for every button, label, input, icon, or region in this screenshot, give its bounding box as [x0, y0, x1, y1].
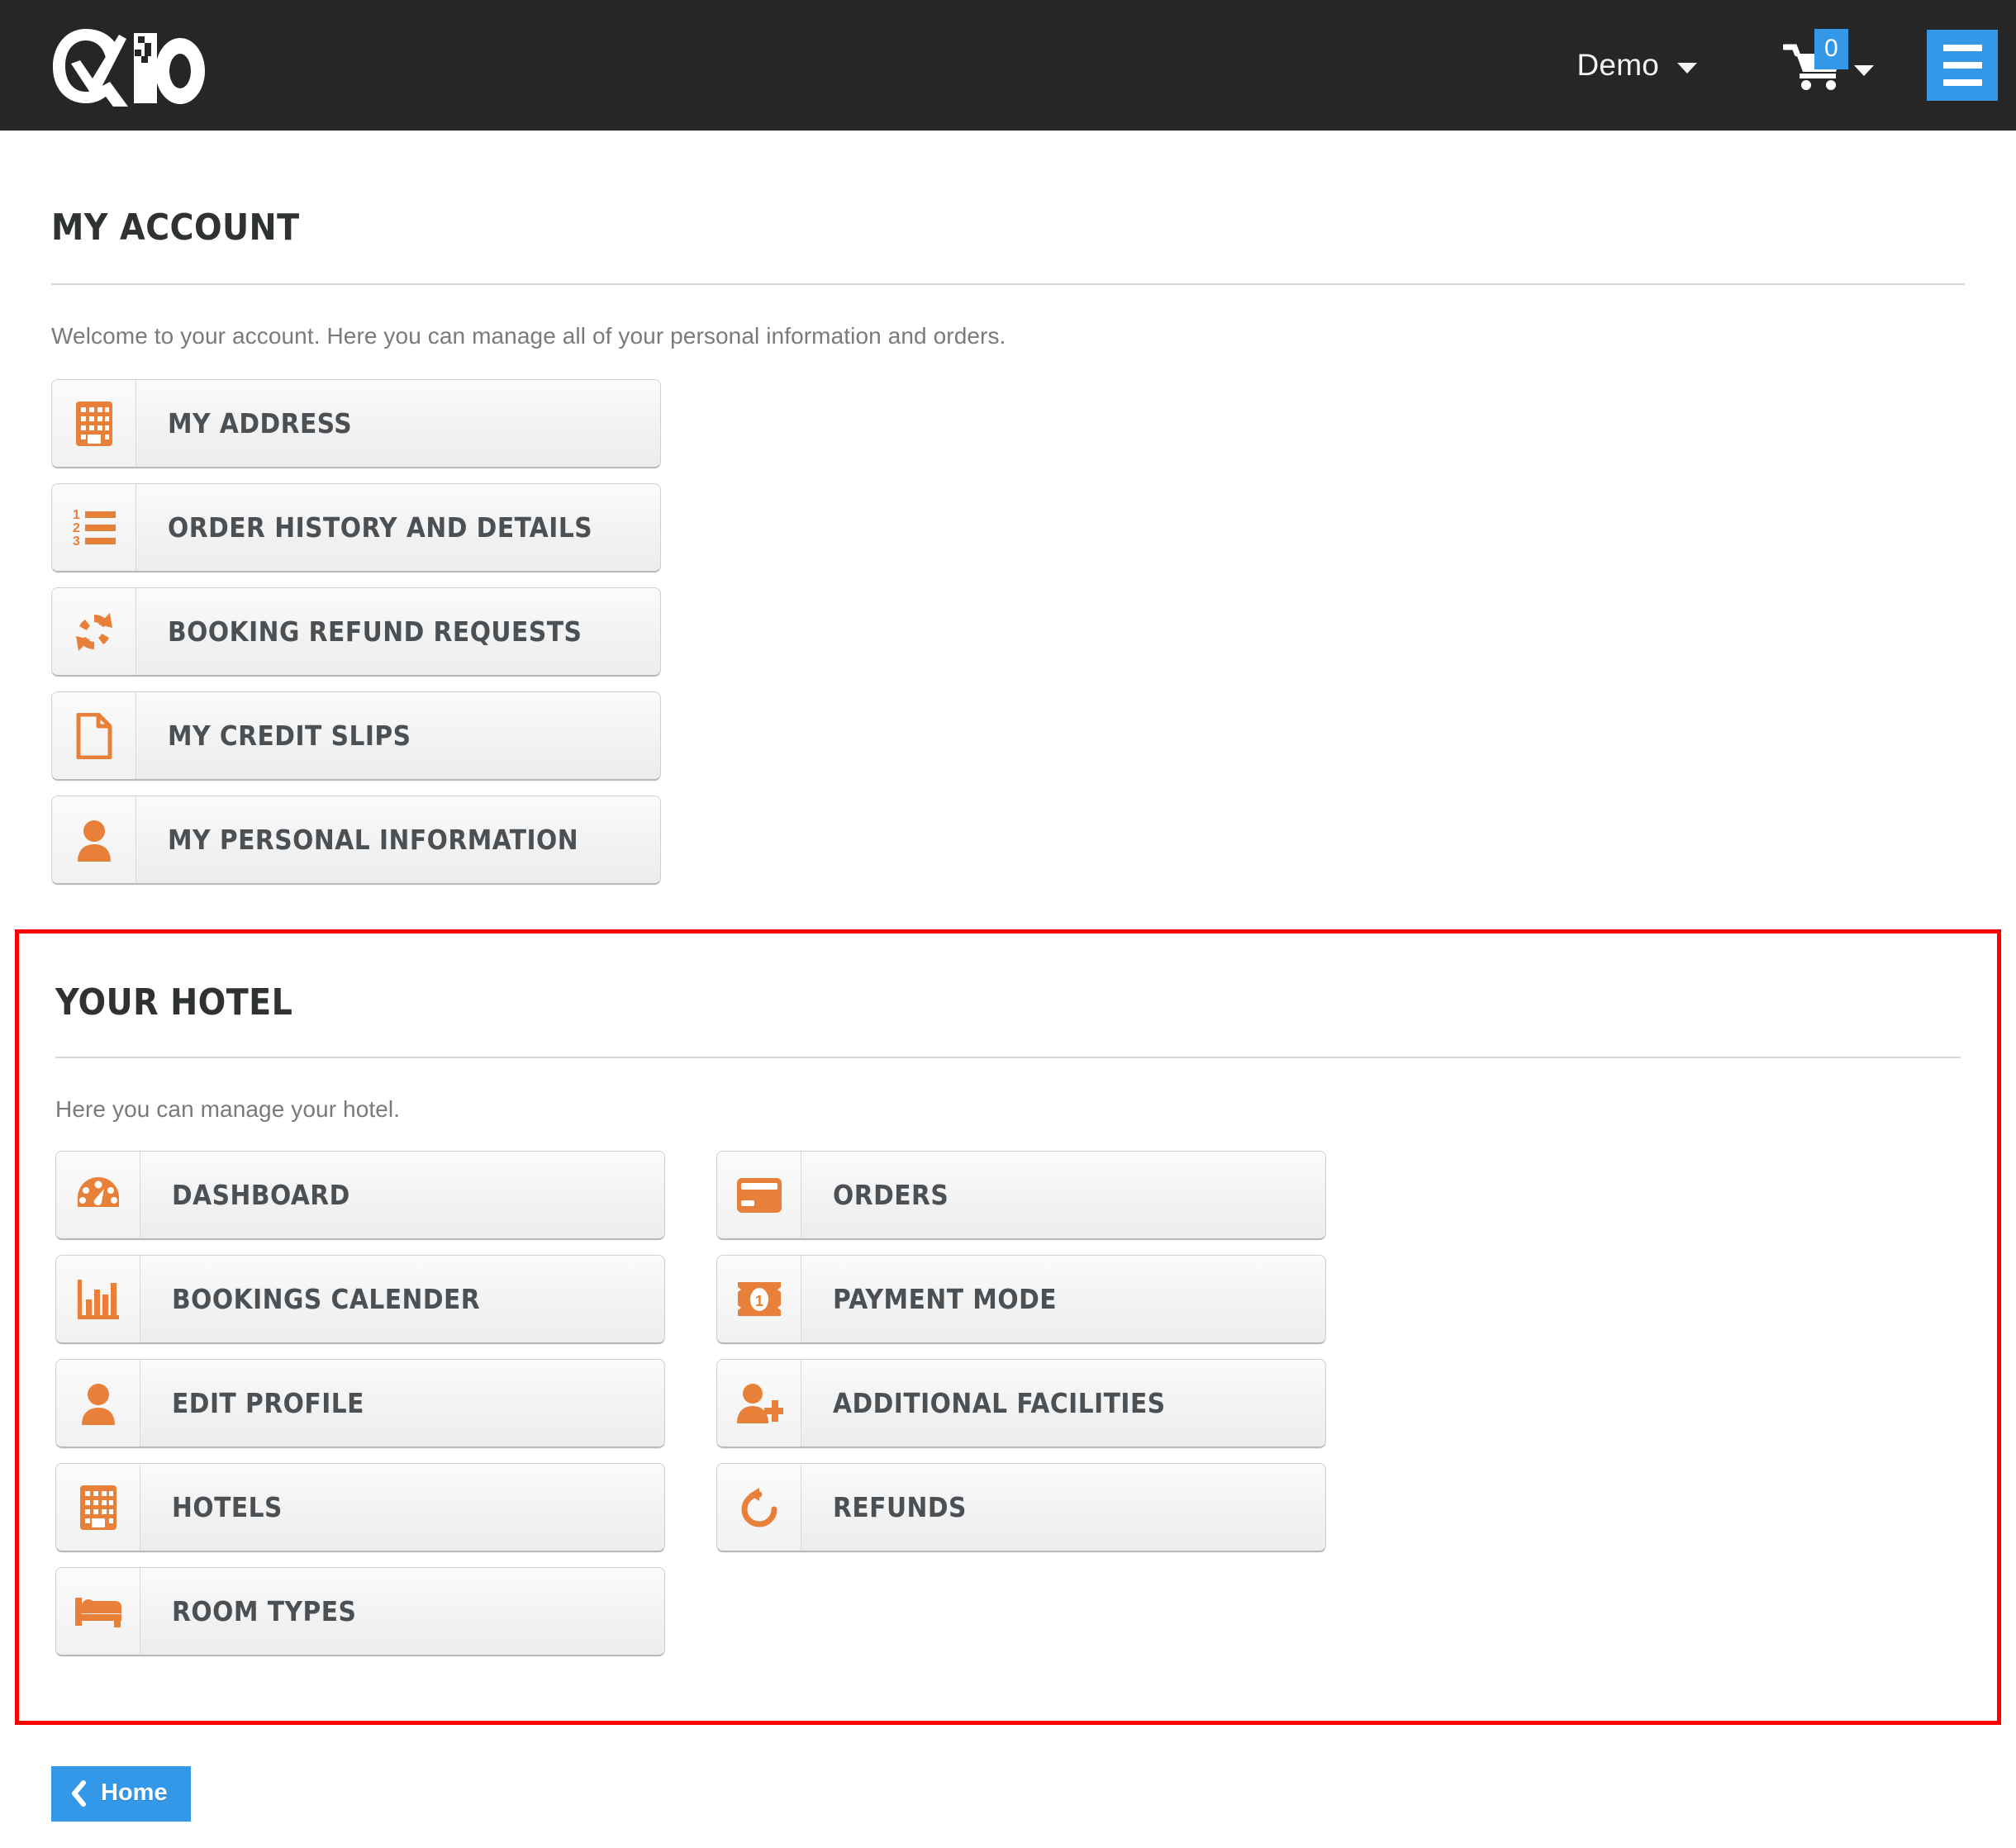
- tile-room-types[interactable]: ROOM TYPES: [55, 1567, 665, 1656]
- building-icon: [52, 380, 136, 467]
- tile-label: ORDER HISTORY AND DETAILS: [168, 511, 593, 544]
- tile-my-credit-slips[interactable]: MY CREDIT SLIPS: [51, 691, 661, 781]
- svg-text:3: 3: [73, 534, 80, 549]
- header-actions: Demo 0: [1569, 0, 2016, 131]
- chevron-down-icon: [1677, 62, 1697, 74]
- chevron-left-icon: [72, 1779, 86, 1807]
- tile-label: ORDERS: [833, 1179, 949, 1211]
- brand-logo[interactable]: [48, 24, 254, 107]
- tile-my-address[interactable]: MY ADDRESS: [51, 379, 661, 468]
- tile-additional-facilities[interactable]: ADDITIONAL FACILITIES: [716, 1359, 1326, 1448]
- bed-icon: [56, 1568, 140, 1655]
- user-plus-icon: [717, 1360, 801, 1447]
- user-icon: [56, 1360, 140, 1447]
- tile-label: MY ADDRESS: [168, 407, 353, 439]
- user-menu-label: Demo: [1576, 48, 1659, 82]
- file-icon: [52, 692, 136, 779]
- svg-text:1: 1: [73, 508, 80, 522]
- tile-payment-mode[interactable]: 1 PAYMENT MODE: [716, 1255, 1326, 1344]
- building-icon: [56, 1464, 140, 1551]
- menu-toggle-button[interactable]: [1927, 30, 1998, 101]
- credit-card-icon: [717, 1152, 801, 1238]
- my-account-section: MY ACCOUNT Welcome to your account. Here…: [0, 131, 2016, 900]
- tile-my-personal-information[interactable]: MY PERSONAL INFORMATION: [51, 796, 661, 885]
- tile-label: MY CREDIT SLIPS: [168, 720, 411, 752]
- tile-refunds[interactable]: REFUNDS: [716, 1463, 1326, 1552]
- hamburger-bar: [1942, 79, 1982, 86]
- chevron-down-icon: [1854, 64, 1874, 76]
- user-menu[interactable]: Demo: [1569, 38, 1706, 93]
- account-intro-text: Welcome to your account. Here you can ma…: [51, 323, 1006, 349]
- svg-text:2: 2: [73, 521, 80, 535]
- tile-hotels[interactable]: HOTELS: [55, 1463, 665, 1552]
- cart-count-badge: 0: [1814, 29, 1848, 69]
- tile-label: BOOKING REFUND REQUESTS: [168, 615, 582, 648]
- tile-booking-refund-requests[interactable]: BOOKING REFUND REQUESTS: [51, 587, 661, 677]
- site-header: Demo 0: [0, 0, 2016, 131]
- hotel-tiles-right-column: ORDERS 1 PAYMENT MODE ADDITIONAL FACILIT…: [716, 1151, 1326, 1671]
- home-button-label: Home: [101, 1779, 168, 1806]
- tile-dashboard[interactable]: DASHBOARD: [55, 1151, 665, 1240]
- tile-label: BOOKINGS CALENDER: [172, 1283, 481, 1315]
- ordered-list-icon: 123: [52, 484, 136, 571]
- hotel-tiles-left-column: DASHBOARD BOOKINGS CALENDER EDIT PROFILE…: [55, 1151, 665, 1671]
- user-icon: [52, 796, 136, 883]
- hotel-intro-text: Here you can manage your hotel.: [55, 1096, 401, 1122]
- bar-chart-icon: [56, 1256, 140, 1342]
- tile-label: MY PERSONAL INFORMATION: [168, 824, 579, 856]
- account-menu-tiles: MY ADDRESS 123 ORDER HISTORY AND DETAILS…: [51, 379, 1965, 900]
- page-title: MY ACCOUNT: [51, 207, 300, 249]
- tile-bookings-calender[interactable]: BOOKINGS CALENDER: [55, 1255, 665, 1344]
- tile-label: DASHBOARD: [172, 1179, 350, 1211]
- tile-edit-profile[interactable]: EDIT PROFILE: [55, 1359, 665, 1448]
- page-footer: Home: [0, 1725, 2016, 1822]
- tile-label: HOTELS: [172, 1491, 283, 1523]
- tile-label: PAYMENT MODE: [833, 1283, 1058, 1315]
- your-hotel-section: YOUR HOTEL Here you can manage your hote…: [15, 929, 2001, 1725]
- tile-label: EDIT PROFILE: [172, 1387, 364, 1419]
- home-button[interactable]: Home: [51, 1766, 191, 1822]
- hotel-section-title: YOUR HOTEL: [55, 981, 293, 1024]
- tile-label: REFUNDS: [833, 1491, 967, 1523]
- hotel-menu-tiles: DASHBOARD BOOKINGS CALENDER EDIT PROFILE…: [55, 1151, 1961, 1671]
- tile-label: ADDITIONAL FACILITIES: [833, 1387, 1166, 1419]
- money-bill-icon: 1: [717, 1256, 801, 1342]
- tile-label: ROOM TYPES: [172, 1595, 357, 1627]
- cart-menu[interactable]: 0: [1778, 29, 1879, 98]
- refresh-icon: [52, 588, 136, 675]
- hamburger-bar: [1942, 62, 1982, 69]
- hamburger-bar: [1942, 45, 1982, 51]
- tile-orders[interactable]: ORDERS: [716, 1151, 1326, 1240]
- tile-order-history[interactable]: 123 ORDER HISTORY AND DETAILS: [51, 483, 661, 572]
- svg-text:1: 1: [754, 1293, 763, 1309]
- undo-icon: [717, 1464, 801, 1551]
- tachometer-icon: [56, 1152, 140, 1238]
